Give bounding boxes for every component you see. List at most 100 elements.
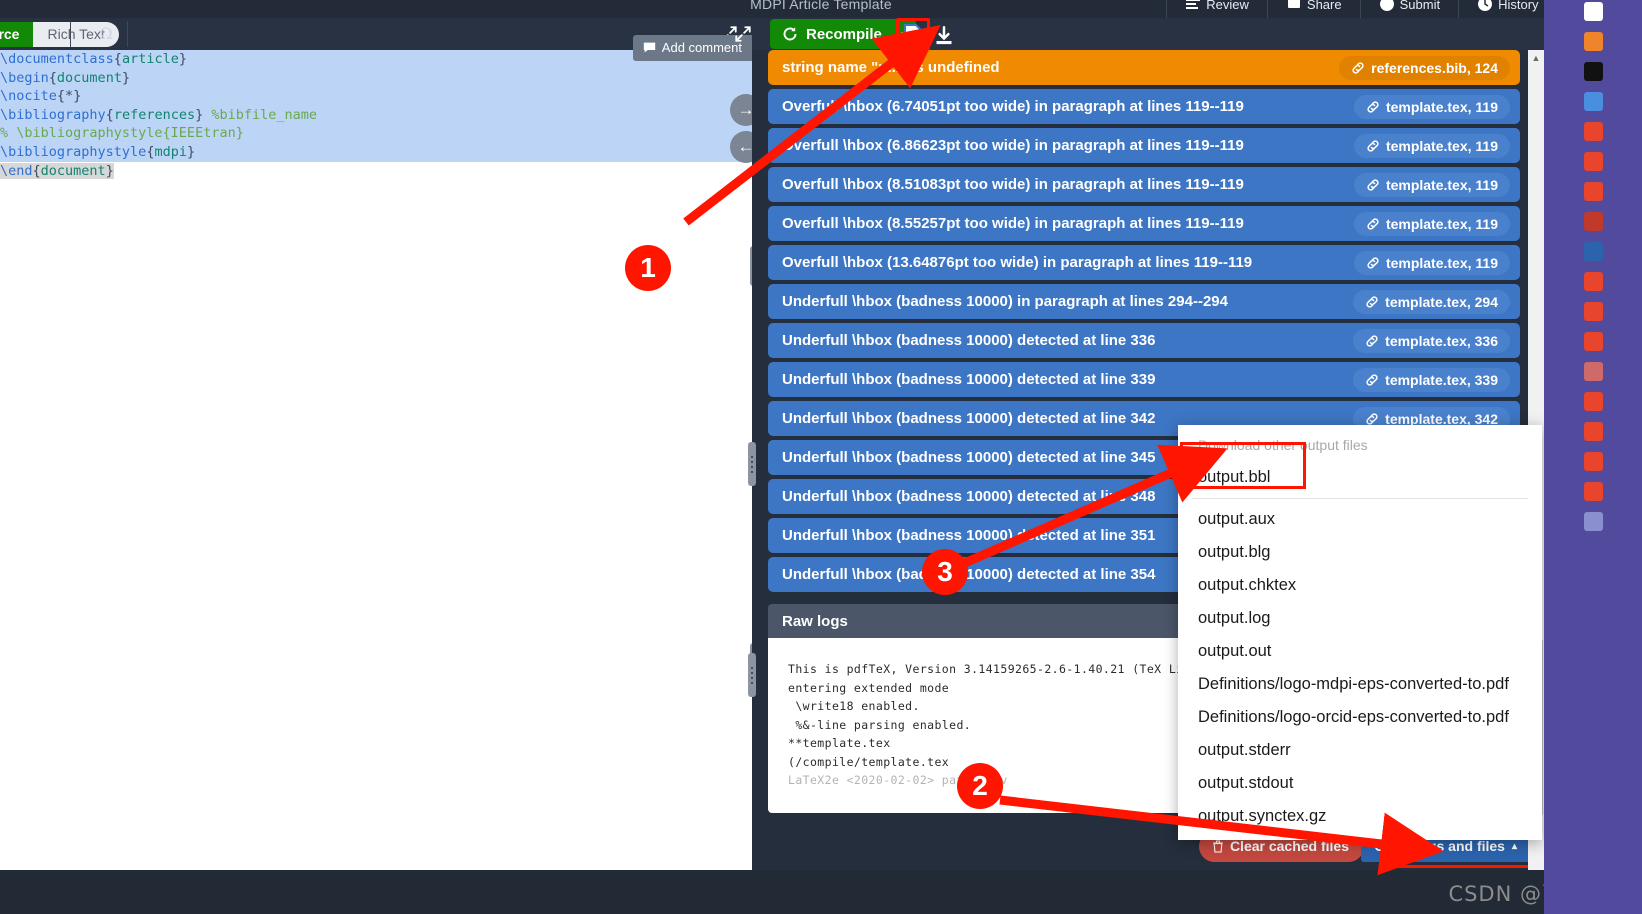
topnav-item-submit[interactable]: Submit xyxy=(1359,0,1458,18)
link-icon xyxy=(1366,412,1378,425)
log-entry-row[interactable]: Overfull \hbox (6.86623pt too wide) in p… xyxy=(768,128,1520,163)
log-entry-file-link[interactable]: template.tex, 339 xyxy=(1353,367,1510,392)
right-browser-sidebar[interactable] xyxy=(1544,0,1642,914)
review-icon xyxy=(1186,0,1201,9)
log-entry-row[interactable]: Underfull \hbox (badness 10000) detected… xyxy=(768,362,1520,397)
link-icon xyxy=(1366,334,1378,347)
log-entry-file-label: template.tex, 119 xyxy=(1385,137,1498,154)
dropdown-item[interactable]: output.aux xyxy=(1178,503,1542,536)
clear-cached-files-label: Clear cached files xyxy=(1229,838,1349,854)
log-entry-file-link[interactable]: template.tex, 119 xyxy=(1353,211,1510,236)
log-pane-resize-handle-bottom[interactable] xyxy=(748,653,756,697)
sidebar-icon-3[interactable] xyxy=(1583,92,1603,111)
tab-source[interactable]: Source xyxy=(0,22,34,47)
code-token: } xyxy=(178,51,187,67)
log-entry-file-link[interactable]: template.tex, 119 xyxy=(1353,94,1510,119)
annotation-badge-3: 3 xyxy=(922,549,968,595)
topnav-label: Share xyxy=(1306,0,1342,12)
log-entry-file-label: references.bib, 124 xyxy=(1371,59,1498,76)
code-line[interactable]: \bibliography{references} %bibfile_name xyxy=(0,105,752,125)
topnav-label: Review xyxy=(1206,0,1249,12)
code-line[interactable]: \end{document} xyxy=(0,162,752,181)
download-icon[interactable] xyxy=(934,26,954,46)
log-entry-row[interactable]: string name "n..." is undefined reference… xyxy=(768,50,1520,85)
dropdown-item[interactable]: output.synctex.gz xyxy=(1178,800,1542,833)
dropdown-item[interactable]: output.log xyxy=(1178,602,1542,635)
sidebar-icon-14[interactable] xyxy=(1583,422,1603,441)
code-line[interactable]: \nocite{*} xyxy=(0,87,752,106)
sidebar-icon-2[interactable] xyxy=(1583,62,1603,81)
sidebar-icon-17[interactable] xyxy=(1583,512,1603,531)
symbol-palette-icon[interactable]: Ω xyxy=(94,21,128,47)
highlight-box-pdf-button xyxy=(896,18,930,52)
add-comment-label: Add comment xyxy=(661,40,742,55)
expand-icon[interactable] xyxy=(734,25,752,43)
sidebar-icon-11[interactable] xyxy=(1583,332,1603,351)
sidebar-icon-0[interactable] xyxy=(1583,2,1603,21)
highlight-box-output-bbl xyxy=(1180,442,1306,489)
code-token: { xyxy=(56,88,66,105)
dropdown-item[interactable]: output.out xyxy=(1178,635,1542,668)
dropdown-item[interactable]: output.stdout xyxy=(1178,767,1542,800)
topnav-item-review[interactable]: Review xyxy=(1166,0,1267,18)
code-token: } xyxy=(105,162,114,179)
topnav-item-history[interactable]: History xyxy=(1458,0,1556,18)
code-token: } xyxy=(121,69,131,86)
dropdown-item[interactable]: Definitions/logo-orcid-eps-converted-to.… xyxy=(1178,701,1542,734)
sidebar-icon-7[interactable] xyxy=(1583,212,1603,231)
recompile-button[interactable]: Recompile xyxy=(770,19,892,49)
sidebar-icon-6[interactable] xyxy=(1583,182,1603,201)
log-entry-file-link[interactable]: template.tex, 119 xyxy=(1353,250,1510,275)
sidebar-icon-1[interactable] xyxy=(1583,32,1603,51)
code-line[interactable]: \bibliographystyle{mdpi} xyxy=(0,142,752,162)
log-entry-file-label: template.tex, 294 xyxy=(1385,293,1498,310)
log-entry-row[interactable]: Overfull \hbox (13.64876pt too wide) in … xyxy=(768,245,1520,280)
sidebar-icon-12[interactable] xyxy=(1583,362,1603,381)
log-entry-file-link[interactable]: template.tex, 119 xyxy=(1353,172,1510,197)
log-entry-file-link[interactable]: template.tex, 119 xyxy=(1353,133,1510,158)
dropdown-separator xyxy=(1192,498,1528,499)
window-top-bar: MDPI Article Template Review Share Submi… xyxy=(0,0,1642,18)
trash-icon xyxy=(1212,839,1223,853)
scroll-up-arrow-icon[interactable]: ▲ xyxy=(1528,50,1544,66)
log-entry-row[interactable]: Overfull \hbox (6.74051pt too wide) in p… xyxy=(768,89,1520,124)
log-entry-file-label: template.tex, 339 xyxy=(1385,371,1498,388)
log-toolbar: Recompile ▾ xyxy=(735,18,1552,52)
code-editor[interactable]: \documentclass{article} \begin{document} \… xyxy=(0,50,752,870)
sidebar-icon-13[interactable] xyxy=(1583,392,1603,411)
dropdown-item[interactable]: output.blg xyxy=(1178,536,1542,569)
dropdown-item[interactable]: output.chktex xyxy=(1178,569,1542,602)
log-entry-message: Underfull \hbox (badness 10000) detected… xyxy=(782,371,1156,388)
sidebar-icon-5[interactable] xyxy=(1583,152,1603,171)
sidebar-icon-15[interactable] xyxy=(1583,452,1603,471)
code-token: %bibfile_name xyxy=(211,106,318,123)
log-entry-row[interactable]: Overfull \hbox (8.51083pt too wide) in p… xyxy=(768,167,1520,202)
history-icon xyxy=(1478,0,1493,11)
log-entry-row[interactable]: Overfull \hbox (8.55257pt too wide) in p… xyxy=(768,206,1520,241)
log-entry-file-label: template.tex, 119 xyxy=(1385,254,1498,271)
link-icon xyxy=(1367,217,1379,230)
comment-bubble-icon xyxy=(643,42,655,53)
log-entry-message: Overfull \hbox (8.55257pt too wide) in p… xyxy=(782,215,1244,232)
code-line[interactable]: % \bibliographystyle{IEEEtran} xyxy=(0,124,752,143)
sidebar-icon-16[interactable] xyxy=(1583,482,1603,501)
log-entry-row[interactable]: Underfull \hbox (badness 10000) in parag… xyxy=(768,284,1520,319)
log-entry-file-link[interactable]: references.bib, 124 xyxy=(1339,55,1510,80)
log-pane-resize-handle-top[interactable] xyxy=(748,442,756,486)
code-token: mdpi xyxy=(154,143,187,160)
code-token: \bibliographystyle xyxy=(0,143,147,160)
log-entry-row[interactable]: Underfull \hbox (badness 10000) detected… xyxy=(768,323,1520,358)
sidebar-icon-8[interactable] xyxy=(1583,242,1603,261)
sidebar-icon-9[interactable] xyxy=(1583,272,1603,291)
code-line[interactable]: \begin{document} xyxy=(0,68,752,88)
dropdown-item[interactable]: Definitions/logo-mdpi-eps-converted-to.p… xyxy=(1178,668,1542,701)
log-entry-file-link[interactable]: template.tex, 336 xyxy=(1353,328,1510,353)
dropdown-item[interactable]: output.stderr xyxy=(1178,734,1542,767)
editor-pane: Source Rich Text Ω \documentclass{articl… xyxy=(0,18,762,870)
topnav-label: Submit xyxy=(1399,0,1441,12)
sidebar-icon-4[interactable] xyxy=(1583,122,1603,141)
topnav-item-share[interactable]: Share xyxy=(1266,0,1360,18)
log-entry-message: Overfull \hbox (8.51083pt too wide) in p… xyxy=(782,176,1244,193)
sidebar-icon-10[interactable] xyxy=(1583,302,1603,321)
log-entry-file-link[interactable]: template.tex, 294 xyxy=(1353,289,1510,314)
